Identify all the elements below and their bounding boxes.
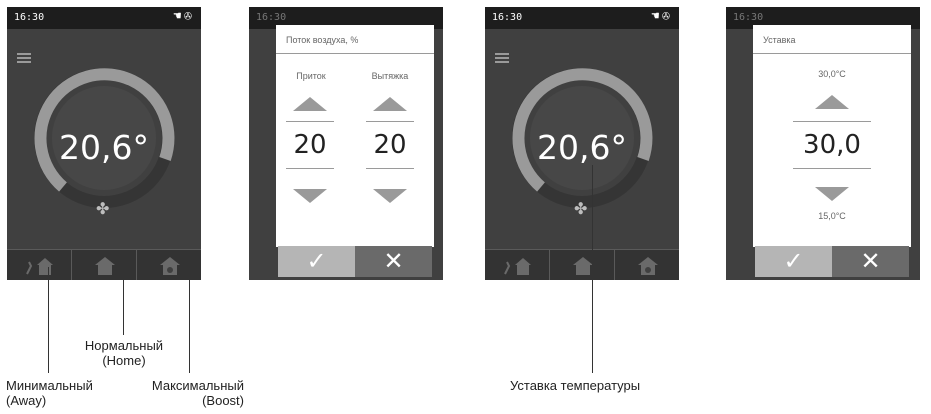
status-bar: 16:30 ☚✇ [7,7,201,29]
status-bar: 16:30 ☚✇ [485,7,679,29]
setpoint-down-arrow[interactable] [815,187,849,201]
current-temperature: 20,6° [59,128,149,167]
home-icon [95,257,115,275]
boost-home-icon [160,257,180,275]
annotation-home: Нормальный (Home) [84,338,164,368]
clock: 16:30 [14,12,45,23]
airflow-dialog: Поток воздуха, % Приток Вытяжка 20 20 [276,25,434,247]
fan-icon: ✤ [574,201,588,218]
callout-line-home [123,267,124,335]
mode-away-button[interactable] [7,250,72,280]
confirm-button[interactable]: ✓ [755,246,832,277]
setpoint-max: 30,0°C [818,69,846,79]
annotation-boost: Максимальный (Boost) [151,378,244,408]
away-home-icon [504,258,531,275]
hand-icon: ☚ [173,9,185,24]
thermostat-screen-airflow: 16:30 Поток воздуха, % Приток Вытяжка 20… [249,7,443,280]
extract-down-arrow[interactable] [373,189,407,203]
home-icon [573,257,593,275]
mode-boost-button[interactable] [615,250,679,280]
supply-value: 20 [286,121,334,169]
clock: 16:30 [492,12,523,23]
mode-bar [485,249,679,280]
confirm-button[interactable]: ✓ [278,246,355,277]
supply-label: Приток [296,71,326,81]
dialog-title: Поток воздуха, % [286,35,359,45]
annotation-setpoint: Уставка температуры [510,378,641,393]
current-temperature: 20,6° [537,128,627,167]
supply-up-arrow[interactable] [293,97,327,111]
setpoint-dialog: Уставка 30,0°C 30,0 15,0°C [753,25,911,247]
fan-status-icon: ✇ [662,9,673,24]
extract-up-arrow[interactable] [373,97,407,111]
extract-value: 20 [366,121,414,169]
away-home-icon [26,258,53,275]
mode-bar [7,249,201,280]
thermostat-screen-setpoint: 16:30 Уставка 30,0°C 30,0 15,0°C ✓ ✕ [726,7,920,280]
setpoint-value: 30,0 [793,121,871,169]
thermostat-screen-main: 16:30 ☚✇ 20,6° ✤ [7,7,201,280]
setpoint-min: 15,0°C [818,211,846,221]
mode-away-button[interactable] [485,250,550,280]
thermostat-screen-setpoint-tap: 16:30 ☚✇ 20,6° ✤ [485,7,679,280]
cancel-button[interactable]: ✕ [355,246,432,277]
cancel-button[interactable]: ✕ [832,246,909,277]
dialog-title: Уставка [763,35,796,45]
annotation-away: Минимальный (Away) [6,378,93,408]
extract-label: Вытяжка [371,71,409,81]
hand-icon: ☚ [651,9,663,24]
callout-line-boost [189,267,190,373]
boost-home-icon [638,257,658,275]
clock: 16:30 [256,12,287,23]
clock: 16:30 [733,12,764,23]
callout-line-away [48,267,49,373]
mode-boost-button[interactable] [137,250,201,280]
setpoint-up-arrow[interactable] [815,95,849,109]
callout-line-setpoint [592,165,593,373]
fan-icon: ✤ [96,201,110,218]
mode-home-button[interactable] [550,250,615,280]
menu-icon[interactable] [17,53,31,63]
fan-status-icon: ✇ [184,9,195,24]
menu-icon[interactable] [495,53,509,63]
mode-home-button[interactable] [72,250,137,280]
supply-down-arrow[interactable] [293,189,327,203]
